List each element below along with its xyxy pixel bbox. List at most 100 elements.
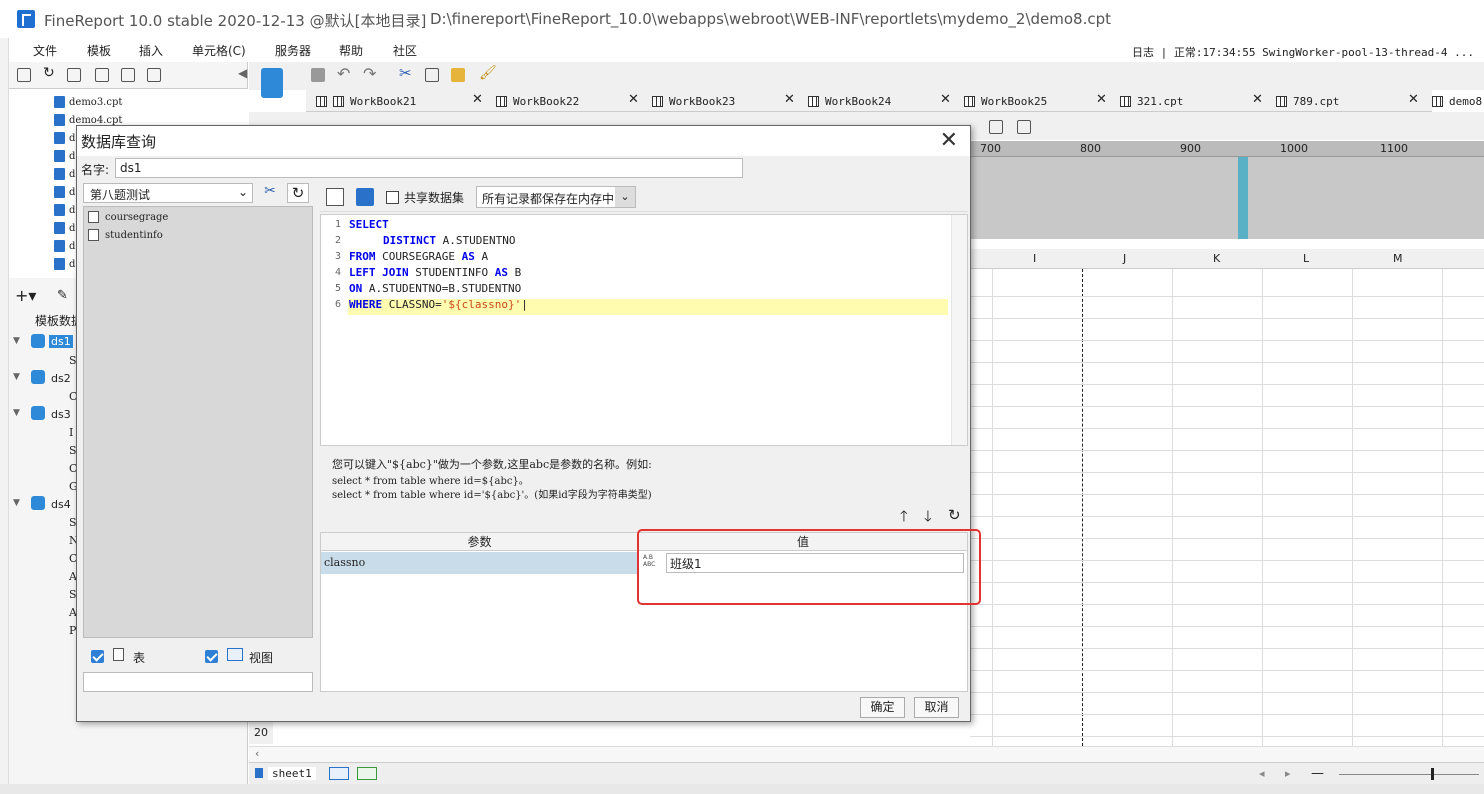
- save-icon[interactable]: [311, 68, 325, 82]
- tab-workbook25[interactable]: WorkBook25: [964, 90, 1047, 112]
- file-item[interactable]: d: [54, 129, 75, 147]
- cut-icon[interactable]: ✂: [399, 64, 412, 82]
- close-icon[interactable]: ✕: [784, 92, 795, 107]
- tab-workbook23[interactable]: WorkBook23: [652, 90, 735, 112]
- move-down-icon[interactable]: 🡓: [924, 506, 932, 531]
- format-painter-icon[interactable]: 🖌: [479, 65, 497, 81]
- horizontal-scrollbar[interactable]: ‹: [249, 746, 1484, 762]
- param-name-cell[interactable]: classno: [321, 552, 639, 574]
- paste-icon[interactable]: [451, 68, 465, 82]
- add-sheet-icon[interactable]: [329, 767, 349, 780]
- new-icon[interactable]: [17, 68, 31, 82]
- settings-icon[interactable]: [95, 68, 109, 82]
- ok-button[interactable]: 确定: [860, 697, 905, 718]
- close-icon[interactable]: ✕: [472, 92, 483, 107]
- preview-icon[interactable]: [261, 68, 283, 98]
- name-field[interactable]: ds1: [115, 158, 743, 178]
- column-l[interactable]: L: [1303, 252, 1309, 265]
- expand-icon[interactable]: ▼: [13, 336, 20, 346]
- refresh-icon[interactable]: ↻: [43, 65, 55, 81]
- nav-left-icon[interactable]: ◂: [1259, 767, 1265, 780]
- nav-right-icon[interactable]: ▸: [1285, 767, 1291, 780]
- tab-workbook21[interactable]: WorkBook21: [316, 90, 416, 112]
- delete-icon[interactable]: [121, 68, 135, 82]
- column-m[interactable]: M: [1393, 252, 1403, 265]
- edit-icon[interactable]: [67, 68, 81, 82]
- expand-icon[interactable]: ▼: [13, 408, 20, 418]
- file-item[interactable]: d: [54, 255, 75, 273]
- file-item[interactable]: d: [54, 147, 75, 165]
- file-item[interactable]: demo3.cpt: [54, 93, 122, 111]
- sheet-tab[interactable]: sheet1: [268, 767, 316, 780]
- pane-splitter[interactable]: [1238, 157, 1248, 239]
- connection-select[interactable]: 第八题测试 ⌄: [83, 183, 253, 203]
- refresh-icon[interactable]: ↻: [948, 506, 961, 524]
- close-icon[interactable]: ✕: [940, 128, 958, 153]
- copy-icon[interactable]: [147, 68, 161, 82]
- file-item[interactable]: d: [54, 165, 75, 183]
- add-dataset-icon[interactable]: +▾: [15, 286, 36, 305]
- copy-icon[interactable]: [425, 68, 439, 82]
- file-item[interactable]: d: [54, 219, 75, 237]
- menu-cell[interactable]: 单元格(C): [192, 42, 246, 59]
- pencil-icon[interactable]: ✎: [57, 288, 68, 303]
- cancel-button[interactable]: 取消: [914, 697, 959, 718]
- field-item[interactable]: I: [69, 426, 73, 439]
- dataset-ds2[interactable]: ds2: [51, 372, 71, 385]
- close-icon[interactable]: ✕: [1252, 92, 1263, 107]
- zoom-out-icon[interactable]: —: [1311, 766, 1324, 781]
- preview-icon[interactable]: [326, 188, 344, 206]
- file-item[interactable]: d: [54, 237, 75, 255]
- table-checkbox[interactable]: [91, 650, 104, 663]
- menu-insert[interactable]: 插入: [139, 42, 163, 59]
- close-icon[interactable]: ✕: [1408, 92, 1419, 107]
- add-report-icon[interactable]: [357, 767, 377, 780]
- type-selector-icon[interactable]: A.B ABC: [643, 554, 663, 572]
- sql-editor[interactable]: 1 2 3 4 5 6 SELECT DISTINCT A.STUDENTNO …: [320, 214, 968, 446]
- expand-icon[interactable]: ▼: [13, 372, 20, 382]
- refresh-icon[interactable]: ↻: [287, 183, 309, 203]
- list-item[interactable]: coursegrage: [88, 211, 168, 223]
- close-icon[interactable]: ✕: [1096, 92, 1107, 107]
- scroll-left-icon[interactable]: ‹: [255, 747, 259, 760]
- dataset-ds3[interactable]: ds3: [51, 408, 71, 421]
- row-header-20[interactable]: 20: [249, 722, 273, 744]
- move-up-icon[interactable]: 🡑: [900, 506, 908, 531]
- view-checkbox[interactable]: [205, 650, 218, 663]
- connection-settings-icon[interactable]: ✂: [259, 183, 281, 203]
- expand-icon[interactable]: ▼: [13, 498, 20, 508]
- collapse-icon[interactable]: ◀: [238, 66, 247, 80]
- editor-scrollbar[interactable]: [951, 215, 967, 445]
- close-icon[interactable]: ✕: [940, 92, 951, 107]
- parameter-icon[interactable]: [356, 188, 374, 206]
- tab-workbook24[interactable]: WorkBook24: [808, 90, 891, 112]
- file-item[interactable]: d: [54, 201, 75, 219]
- redo-icon[interactable]: ↷: [363, 64, 376, 83]
- undo-icon[interactable]: ↶: [337, 64, 350, 83]
- border-icon[interactable]: [989, 120, 1003, 134]
- memory-select[interactable]: 所有记录都保存在内存中 ⌄: [476, 186, 636, 208]
- menu-file[interactable]: 文件: [33, 42, 57, 59]
- menu-community[interactable]: 社区: [393, 42, 417, 59]
- filter-field[interactable]: [83, 672, 313, 692]
- tab-321[interactable]: 321.cpt: [1120, 90, 1183, 112]
- menu-server[interactable]: 服务器: [275, 42, 311, 59]
- zoom-handle[interactable]: [1431, 768, 1434, 780]
- file-item[interactable]: d: [54, 183, 75, 201]
- share-checkbox[interactable]: [386, 191, 399, 204]
- column-j[interactable]: J: [1123, 252, 1126, 265]
- param-value-field[interactable]: 班级1: [666, 553, 964, 573]
- menu-help[interactable]: 帮助: [339, 42, 363, 59]
- close-icon[interactable]: ✕: [628, 92, 639, 107]
- tab-789[interactable]: 789.cpt: [1276, 90, 1339, 112]
- dataset-ds4[interactable]: ds4: [51, 498, 71, 511]
- column-i[interactable]: I: [1033, 252, 1036, 265]
- tab-workbook22[interactable]: WorkBook22: [496, 90, 579, 112]
- list-item[interactable]: studentinfo: [88, 229, 163, 241]
- column-k[interactable]: K: [1213, 252, 1220, 265]
- tab-demo8[interactable]: demo8.: [1432, 90, 1484, 112]
- cell-border-icon[interactable]: [1017, 120, 1031, 134]
- zoom-slider[interactable]: [1339, 774, 1479, 775]
- menu-template[interactable]: 模板: [87, 42, 111, 59]
- dataset-ds1[interactable]: ds1: [49, 335, 73, 348]
